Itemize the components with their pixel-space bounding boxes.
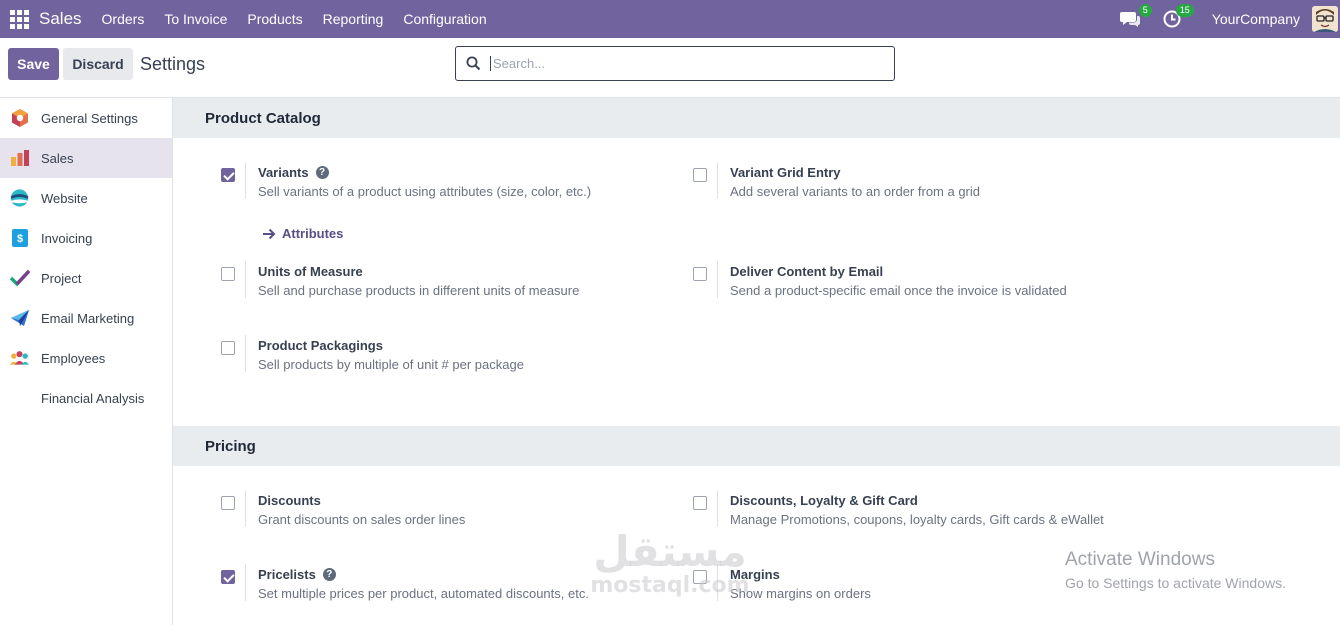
setting-label: Discounts <box>258 492 321 508</box>
sidebar-item-sales[interactable]: Sales <box>0 138 172 178</box>
activate-windows-notice: Activate Windows Go to Settings to activ… <box>1065 549 1286 591</box>
setting-label: Discounts, Loyalty & Gift Card <box>730 492 918 508</box>
setting-label: Pricelists <box>258 566 316 582</box>
arrow-right-icon <box>263 228 276 239</box>
messages-button[interactable]: 5 <box>1118 4 1152 31</box>
control-panel: Save Discard Settings <box>0 38 1340 98</box>
discounts-checkbox[interactable] <box>221 496 235 510</box>
project-icon <box>9 268 30 289</box>
sales-icon <box>9 148 30 169</box>
setting-label: Variants <box>258 164 309 180</box>
setting-description: Sell products by multiple of unit # per … <box>258 357 524 372</box>
setting-description: Manage Promotions, coupons, loyalty card… <box>730 512 1104 527</box>
deliver-content-checkbox[interactable] <box>693 267 707 281</box>
watermark-url: mostaql.com <box>590 573 750 598</box>
sidebar-item-label: Invoicing <box>41 230 93 246</box>
sidebar-item-project[interactable]: Project <box>0 258 172 298</box>
section-title-pricing: Pricing <box>173 426 1340 466</box>
setting-description: Sell variants of a product using attribu… <box>258 184 592 199</box>
activate-subtitle: Go to Settings to activate Windows. <box>1065 575 1286 591</box>
search-input[interactable] <box>490 56 880 71</box>
setting-label: Variant Grid Entry <box>730 164 841 180</box>
email-marketing-icon <box>9 308 30 329</box>
setting-label: Units of Measure <box>258 263 363 279</box>
svg-text:$: $ <box>17 233 23 245</box>
product-packagings-checkbox[interactable] <box>221 341 235 355</box>
menu-orders[interactable]: Orders <box>92 0 155 38</box>
setting-description: Grant discounts on sales order lines <box>258 512 466 527</box>
menu-configuration[interactable]: Configuration <box>393 0 496 38</box>
sidebar-item-label: Email Marketing <box>41 310 135 326</box>
general-settings-icon <box>9 108 30 129</box>
help-icon[interactable]: ? <box>322 567 336 581</box>
messages-badge: 5 <box>1138 4 1152 17</box>
mostaql-watermark: مستقل mostaql.com <box>585 530 755 610</box>
settings-sidebar: General Settings Sales Website $ Invoici… <box>0 98 173 625</box>
app-brand[interactable]: Sales <box>39 9 82 29</box>
section-title-product-catalog: Product Catalog <box>173 98 1340 138</box>
apps-menu-icon[interactable] <box>0 0 38 38</box>
sidebar-item-label: Sales <box>41 150 74 166</box>
sidebar-item-label: Employees <box>41 350 106 366</box>
help-icon[interactable]: ? <box>315 165 329 179</box>
sidebar-item-invoicing[interactable]: $ Invoicing <box>0 218 172 258</box>
save-button[interactable]: Save <box>8 48 59 80</box>
sidebar-item-website[interactable]: Website <box>0 178 172 218</box>
attributes-link-label: Attributes <box>282 226 344 241</box>
watermark-logo: مستقل <box>593 527 747 576</box>
sidebar-item-label: General Settings <box>41 110 138 126</box>
user-avatar[interactable] <box>1312 6 1338 32</box>
employees-icon <box>9 348 30 369</box>
loyalty-checkbox[interactable] <box>693 496 707 510</box>
settings-content: Product Catalog Variants? Sell variants … <box>173 98 1340 625</box>
website-icon <box>9 188 30 209</box>
activities-badge: 15 <box>1175 4 1194 17</box>
activate-title: Activate Windows <box>1065 549 1215 570</box>
setting-description: Set multiple prices per product, automat… <box>258 586 589 601</box>
search-box[interactable] <box>455 46 895 81</box>
menu-to-invoice[interactable]: To Invoice <box>154 0 237 38</box>
setting-description: Sell and purchase products in different … <box>258 283 580 298</box>
page-title: Settings <box>140 54 206 74</box>
top-navbar: Sales Orders To Invoice Products Reporti… <box>0 0 1340 38</box>
invoicing-icon: $ <box>9 228 30 249</box>
setting-label: Product Packagings <box>258 337 383 353</box>
setting-label: Deliver Content by Email <box>730 263 884 279</box>
sidebar-item-email-marketing[interactable]: Email Marketing <box>0 298 172 338</box>
sidebar-item-employees[interactable]: Employees <box>0 338 172 378</box>
activities-button[interactable]: 15 <box>1160 4 1194 31</box>
sidebar-item-general-settings[interactable]: General Settings <box>0 98 172 138</box>
setting-description: Add several variants to an order from a … <box>730 184 981 199</box>
sidebar-item-label: Project <box>41 270 82 286</box>
discard-button[interactable]: Discard <box>63 48 133 80</box>
menu-products[interactable]: Products <box>237 0 312 38</box>
sidebar-item-label: Website <box>41 190 88 206</box>
menu-reporting[interactable]: Reporting <box>313 0 394 38</box>
setting-description: Send a product-specific email once the i… <box>730 283 1067 298</box>
pricelists-checkbox[interactable] <box>221 570 235 584</box>
variant-grid-entry-checkbox[interactable] <box>693 168 707 182</box>
search-icon <box>456 56 490 71</box>
attributes-link[interactable]: Attributes <box>262 226 343 241</box>
chat-icon <box>1119 12 1140 27</box>
variants-checkbox[interactable] <box>221 168 235 182</box>
sidebar-item-label: Financial Analysis <box>41 390 145 406</box>
company-switcher[interactable]: YourCompany <box>1212 11 1300 27</box>
sidebar-item-financial-analysis[interactable]: Financial Analysis <box>0 378 172 418</box>
financial-analysis-icon <box>9 388 30 409</box>
units-of-measure-checkbox[interactable] <box>221 267 235 281</box>
